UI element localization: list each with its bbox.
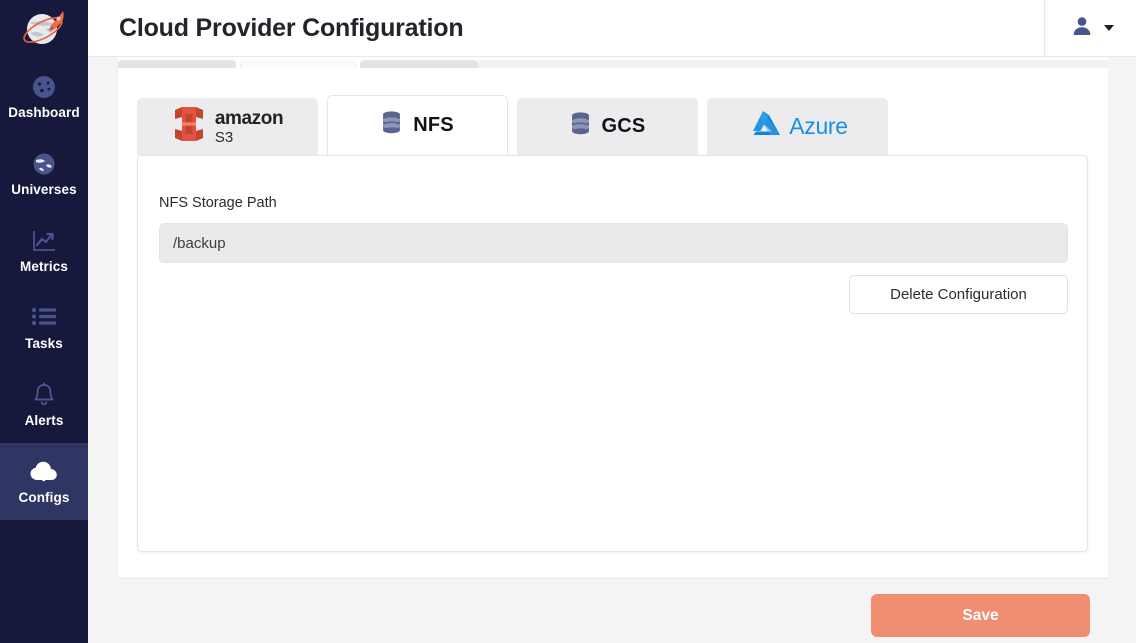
globe-rocket-logo-icon [23, 11, 64, 44]
sidebar: Dashboard Universes Metrics Tasks Alerts… [0, 0, 88, 643]
scrolled-tab-1[interactable] [118, 60, 236, 68]
nfs-storage-path-label: NFS Storage Path [159, 195, 277, 211]
tab-strip-background [478, 60, 1108, 68]
tab-amazon-s3[interactable]: amazon S3 [137, 98, 318, 155]
list-icon [31, 304, 57, 332]
app-header: Cloud Provider Configuration [88, 0, 1136, 57]
sidebar-item-label: Alerts [24, 413, 64, 429]
sidebar-item-label: Configs [18, 490, 70, 506]
bell-icon [32, 381, 56, 409]
save-button[interactable]: Save [871, 594, 1090, 637]
tab-label-azure: Azure [789, 113, 848, 139]
tab-gcs[interactable]: GCS [517, 98, 698, 155]
sidebar-item-alerts[interactable]: Alerts [0, 366, 88, 443]
globe-icon [31, 150, 57, 178]
sidebar-item-label: Metrics [20, 259, 68, 275]
database-icon [570, 112, 591, 141]
tab-nfs[interactable]: NFS [327, 95, 508, 155]
database-icon [381, 111, 402, 140]
sidebar-item-metrics[interactable]: Metrics [0, 212, 88, 289]
app-root: Dashboard Universes Metrics Tasks Alerts… [0, 0, 1136, 643]
chart-line-icon [31, 227, 57, 255]
page-title: Cloud Provider Configuration [119, 13, 464, 42]
nfs-storage-path-input[interactable] [159, 223, 1068, 263]
sidebar-item-dashboard[interactable]: Dashboard [0, 58, 88, 135]
tab-label-amazon: amazon [214, 107, 284, 129]
scrolled-tab-3[interactable] [360, 60, 478, 68]
user-avatar-icon [1071, 15, 1093, 42]
azure-logo-icon [747, 109, 785, 144]
app-logo[interactable] [0, 0, 88, 58]
sidebar-item-universes[interactable]: Universes [0, 135, 88, 212]
chevron-down-icon [1104, 25, 1114, 31]
amazon-s3-logo-icon [172, 106, 206, 147]
sidebar-item-label: Dashboard [8, 105, 80, 121]
user-menu[interactable] [1044, 0, 1114, 57]
nfs-config-card: NFS Storage Path Delete Configuration [137, 155, 1088, 552]
form-footer: Save [118, 578, 1108, 643]
tab-azure[interactable]: Azure [707, 98, 888, 155]
scrolled-tab-strip [118, 57, 1108, 68]
cloud-upload-icon [29, 458, 59, 486]
sidebar-item-tasks[interactable]: Tasks [0, 289, 88, 366]
delete-configuration-button[interactable]: Delete Configuration [849, 275, 1068, 314]
provider-tab-list: amazon S3 NFS GCS Azure [137, 95, 888, 155]
panel-left-gutter [108, 57, 118, 643]
tab-label-gcs: GCS [601, 115, 646, 137]
sidebar-item-configs[interactable]: Configs [0, 443, 88, 520]
tab-label-s3: S3 [214, 128, 234, 146]
sidebar-item-label: Tasks [25, 336, 63, 352]
sidebar-item-label: Universes [11, 182, 77, 198]
scrolled-tab-2-active[interactable] [240, 60, 356, 68]
config-panel: amazon S3 NFS GCS Azure NFS Storage Path… [118, 57, 1108, 577]
dashboard-gauge-icon [31, 73, 57, 101]
tab-label-nfs: NFS [413, 114, 454, 136]
